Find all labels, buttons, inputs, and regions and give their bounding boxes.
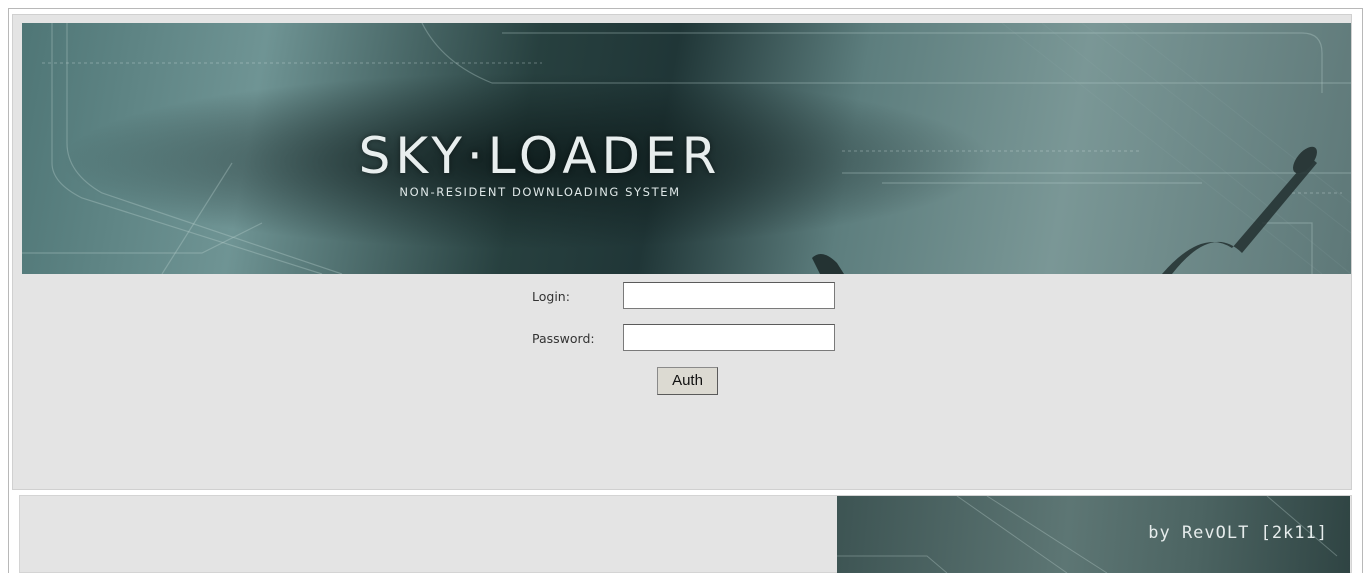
password-label: Password: (532, 331, 595, 346)
footer-credit-banner: by RevOLT [2k11] (837, 496, 1350, 573)
login-input[interactable] (623, 282, 835, 309)
logo-subtitle: NON-RESIDENT DOWNLOADING SYSTEM (399, 185, 681, 199)
password-input[interactable] (623, 324, 835, 351)
skyloader-logo: SKY·LOADER NON-RESIDENT DOWNLOADING SYST… (260, 127, 820, 199)
auth-button[interactable]: Auth (657, 367, 718, 395)
login-label: Login: (532, 289, 570, 304)
credit-text: by RevOLT [2k11] (1148, 523, 1328, 543)
header-banner: SKY·LOADER NON-RESIDENT DOWNLOADING SYST… (22, 23, 1351, 274)
logo-title: SKY·LOADER (358, 127, 722, 185)
